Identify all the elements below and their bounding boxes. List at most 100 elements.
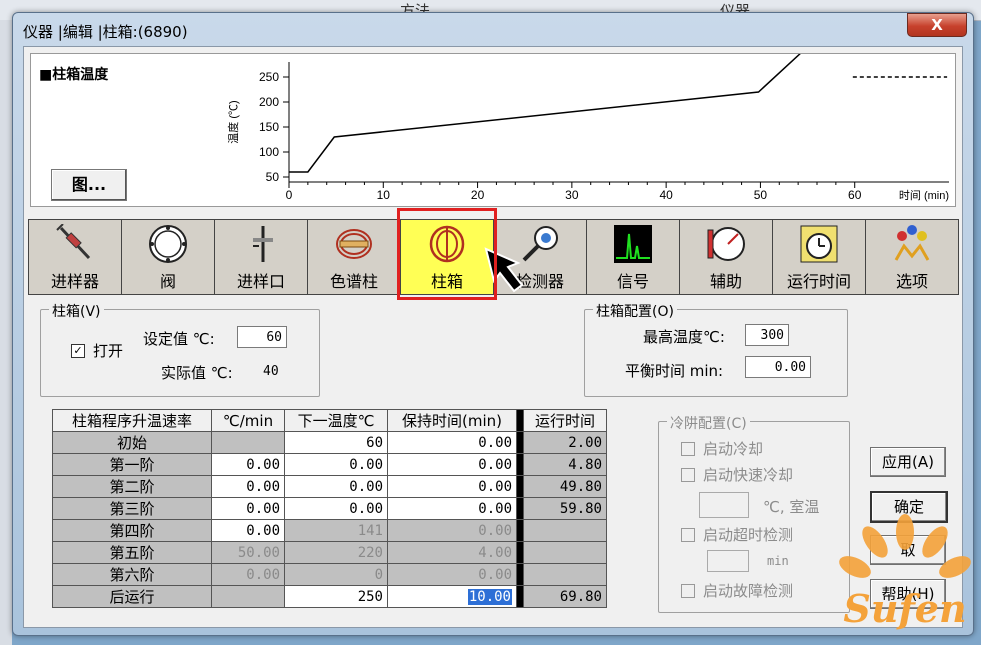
hold-time-cell[interactable]: 0.00 [387, 497, 517, 520]
table-divider [516, 519, 524, 542]
valve-icon [149, 225, 187, 263]
row-label: 第二阶 [52, 475, 212, 498]
rate-cell: 0.00 [211, 563, 285, 586]
timeout-checkbox[interactable] [681, 528, 695, 542]
next-temp-cell[interactable]: 0.00 [284, 475, 388, 498]
timeout-label: 启动超时检测 [703, 526, 794, 544]
rate-cell [211, 431, 285, 454]
tool-signal[interactable]: 信号 [586, 219, 680, 295]
table-row: 第三阶 0.00 0.00 0.00 59.80 [52, 497, 607, 520]
tool-column[interactable]: 色谱柱 [307, 219, 401, 295]
next-temp-cell[interactable]: 250 [284, 585, 388, 608]
cryo-group-title: 冷阱配置(C) [667, 413, 750, 433]
table-header-row: 柱箱程序升温速率 ℃/min 下一温度℃ 保持时间(min) 运行时间 [52, 409, 607, 432]
row-label: 第四阶 [52, 519, 212, 542]
hold-time-cell[interactable]: 0.00 [387, 431, 517, 454]
fault-label: 启动故障检测 [703, 582, 794, 600]
chart-title: ■柱箱温度 [39, 67, 109, 83]
tool-aux[interactable]: 辅助 [679, 219, 773, 295]
y-tick-label: 150 [259, 120, 279, 134]
tool-inlet[interactable]: 进样口 [214, 219, 308, 295]
hold-time-cell[interactable]: 0.00 [387, 453, 517, 476]
quick-cool-checkbox[interactable] [681, 468, 695, 482]
timeout-input[interactable] [707, 550, 749, 572]
header-hold-time: 保持时间(min) [387, 409, 517, 432]
tool-injector[interactable]: 进样器 [28, 219, 122, 295]
setpoint-input[interactable]: 60 [237, 326, 287, 348]
table-row: 第五阶 50.00 220 4.00 [52, 541, 607, 564]
oven-enable-checkbox[interactable]: ✓ [71, 344, 85, 358]
row-label: 第三阶 [52, 497, 212, 520]
oven-group: 柱箱(V) ✓ 打开 设定值 ℃: 60 实际值 ℃: 40 [40, 301, 320, 397]
run-time-cell: 4.80 [523, 453, 607, 476]
x-tick-label: 60 [848, 188, 862, 202]
next-temp-cell[interactable]: 60 [284, 431, 388, 454]
table-row: 第六阶 0.00 0 0.00 [52, 563, 607, 586]
run-time-cell [523, 519, 607, 542]
background-panel [0, 20, 12, 645]
next-temp-cell: 220 [284, 541, 388, 564]
table-divider [516, 453, 524, 476]
cryo-group: 冷阱配置(C) 启动冷却 启动快速冷却 ℃, 室温 启动超时检测 min 启动故… [658, 413, 850, 613]
hold-time-cell: 0.00 [387, 563, 517, 586]
highlight-box [397, 208, 497, 300]
row-label: 初始 [52, 431, 212, 454]
tool-valve[interactable]: 阀 [121, 219, 215, 295]
tool-options[interactable]: 选项 [865, 219, 959, 295]
x-tick-label: 40 [659, 188, 673, 202]
table-divider [516, 475, 524, 498]
header-next-temp: 下一温度℃ [284, 409, 388, 432]
tool-label: 色谱柱 [329, 272, 378, 291]
tool-runtime[interactable]: 运行时间 [772, 219, 866, 295]
hold-time-cell[interactable]: 0.00 [387, 475, 517, 498]
dialog-client: 50 100 150 200 250 0 10 20 30 40 50 60 时间 (min) 温度 (℃… [23, 46, 963, 628]
selected-hold-text[interactable]: 10.00 [467, 588, 512, 605]
table-divider [516, 431, 524, 454]
y-tick-label: 100 [259, 145, 279, 159]
max-temp-label: 最高温度℃: [643, 328, 725, 346]
close-button[interactable]: X [907, 13, 967, 37]
timeout-unit: min [767, 554, 789, 568]
oven-config-group: 柱箱配置(O) 最高温度℃: 300 平衡时间 min: 0.00 [584, 301, 848, 397]
hold-time-cell[interactable]: 10.00 [387, 585, 517, 608]
rate-cell[interactable]: 0.00 [211, 519, 285, 542]
fault-checkbox[interactable] [681, 584, 695, 598]
cryo-label: 启动冷却 [703, 440, 764, 458]
run-time-cell: 2.00 [523, 431, 607, 454]
tool-label: 进样口 [236, 272, 285, 291]
cryo-temp-input[interactable] [699, 492, 749, 518]
rate-cell[interactable]: 0.00 [211, 497, 285, 520]
signal-icon [614, 225, 652, 263]
figure-button[interactable]: 图... [51, 169, 127, 201]
table-row: 第四阶 0.00 141 0.00 [52, 519, 607, 542]
apply-button[interactable]: 应用(A) [870, 447, 946, 477]
rate-cell[interactable]: 0.00 [211, 453, 285, 476]
x-tick-label: 10 [377, 188, 391, 202]
y-tick-label: 200 [259, 95, 279, 109]
table-row: 第一阶 0.00 0.00 0.00 4.80 [52, 453, 607, 476]
actual-label: 实际值 ℃: [161, 364, 233, 382]
table-divider [516, 409, 524, 432]
header-run-time: 运行时间 [523, 409, 607, 432]
header-rate: ℃/min [211, 409, 285, 432]
equil-time-input[interactable]: 0.00 [745, 356, 811, 378]
run-time-cell: 69.80 [523, 585, 607, 608]
run-time-cell [523, 563, 607, 586]
dialog-title: 仪器 |编辑 |柱箱:(6890) [23, 23, 188, 41]
actual-value: 40 [263, 364, 279, 379]
header-rate-label: 柱箱程序升温速率 [52, 409, 212, 432]
oven-temp-chart: 50 100 150 200 250 0 10 20 30 40 50 60 时间 (min) 温度 (℃… [30, 53, 956, 207]
inlet-icon [253, 226, 273, 262]
hold-time-cell: 0.00 [387, 519, 517, 542]
table-divider [516, 585, 524, 608]
table-divider [516, 541, 524, 564]
next-temp-cell[interactable]: 0.00 [284, 453, 388, 476]
max-temp-input[interactable]: 300 [745, 324, 789, 346]
next-temp-cell: 141 [284, 519, 388, 542]
cryo-checkbox[interactable] [681, 442, 695, 456]
y-axis-label: 温度 (℃) [226, 100, 240, 143]
setpoint-label: 设定值 ℃: [143, 330, 215, 348]
table-row: 初始 60 0.00 2.00 [52, 431, 607, 454]
rate-cell[interactable]: 0.00 [211, 475, 285, 498]
next-temp-cell[interactable]: 0.00 [284, 497, 388, 520]
